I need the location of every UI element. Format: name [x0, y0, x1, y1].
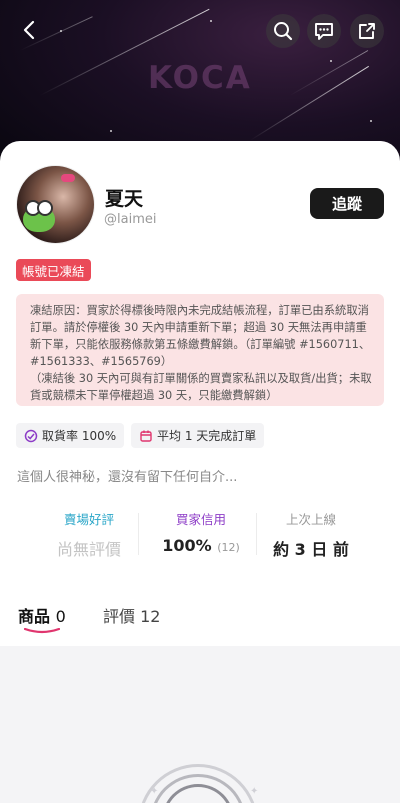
bow-decoration	[61, 174, 75, 182]
profile-card: 夏天 @laimei 追蹤 帳號已凍結 凍結原因：買家於得標後時限內未完成結帳流…	[0, 141, 400, 646]
avatar[interactable]	[16, 165, 95, 244]
tab-reviews-count: 12	[140, 607, 161, 626]
last-online-metric: 上次上線 約 3 日 前	[246, 503, 376, 560]
last-online-title: 上次上線	[285, 512, 336, 527]
avg-complete-chip: 平均 1 天完成訂單	[131, 423, 265, 448]
freeze-notice: 凍結原因：買家於得標後時限內未完成結帳流程，訂單已由系統取消訂單。請於停權後 3…	[16, 294, 384, 406]
follow-button[interactable]: 追蹤	[310, 188, 384, 219]
profile-handle: @laimei	[104, 212, 157, 227]
seller-rating-metric[interactable]: 賣場好評 尚無評價	[24, 503, 154, 560]
pickup-rate-chip: 取貨率 100%	[16, 423, 125, 448]
sparkle-icon: ✦	[250, 786, 259, 797]
profile-name: 夏天	[105, 188, 144, 210]
share-icon[interactable]	[350, 14, 384, 48]
freeze-note-text: （凍結後 30 天內可與有訂單關係的買賣家私訊以及取貨/出貨；未取貨或競標未下單…	[30, 372, 372, 402]
seller-rating-title: 賣場好評	[63, 512, 114, 527]
frozen-status-badge: 帳號已凍結	[16, 259, 91, 281]
avg-complete-text: 平均 1 天完成訂單	[157, 429, 257, 443]
tab-reviews-label: 評價	[103, 607, 136, 626]
frog-sticker	[23, 200, 55, 232]
last-online-value: 約 3 日 前	[273, 540, 349, 559]
calendar-icon	[140, 430, 152, 442]
products-area: ✦ ✦	[0, 646, 400, 803]
metrics-row: 賣場好評 尚無評價 買家信用 100% (12) 上次上線 約 3 日 前	[0, 503, 400, 563]
chat-bubble-icon[interactable]	[307, 14, 341, 48]
profile-bio: 這個人很神秘，還沒有留下任何自介...	[17, 470, 238, 485]
freeze-reason-text: 凍結原因：買家於得標後時限內未完成結帳流程，訂單已由系統取消訂單。請於停權後 3…	[30, 304, 371, 368]
seller-rating-value: 尚無評價	[56, 540, 121, 559]
pickup-rate-text: 取貨率 100%	[42, 429, 117, 443]
back-chevron-left-icon[interactable]	[14, 14, 46, 46]
profile-tabs: 商品 0 評價 12	[0, 603, 400, 643]
sparkle-icon: ✦	[150, 786, 159, 797]
buyer-credit-value: 100%	[162, 536, 212, 555]
search-icon[interactable]	[266, 14, 300, 48]
tab-reviews[interactable]: 評價 12	[103, 603, 160, 627]
delivery-icon	[24, 429, 38, 442]
buyer-credit-count: (12)	[217, 541, 240, 554]
banner-logo: KOCA	[148, 60, 252, 96]
tab-products-count: 0	[55, 607, 66, 626]
tab-products[interactable]: 商品 0	[18, 603, 66, 627]
active-tab-indicator	[24, 628, 60, 634]
tab-products-label: 商品	[18, 607, 51, 626]
